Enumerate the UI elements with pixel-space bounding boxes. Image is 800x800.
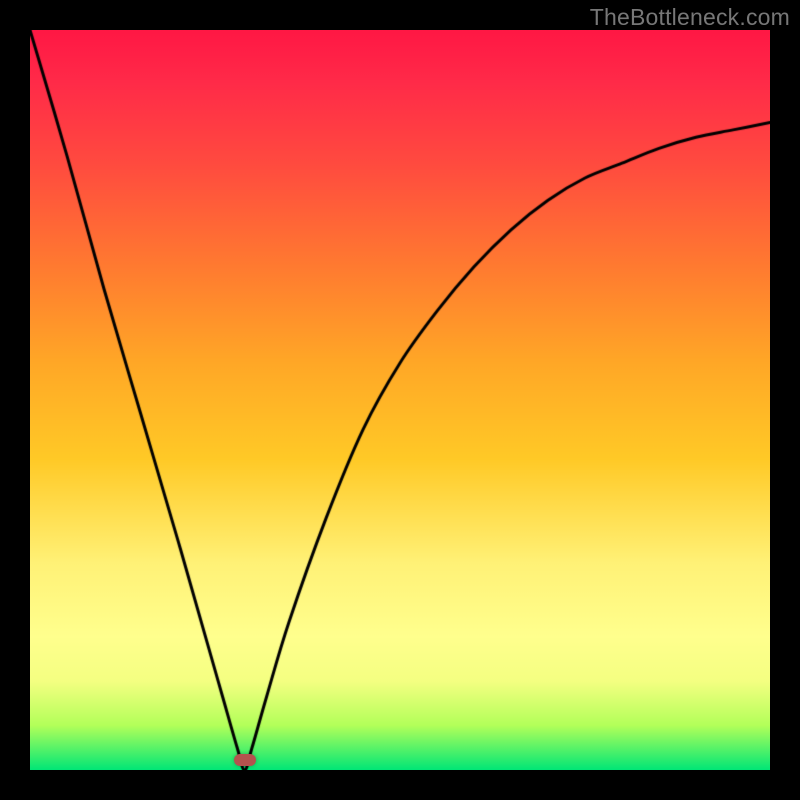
bottleneck-curve bbox=[30, 30, 770, 770]
plot-area bbox=[30, 30, 770, 770]
watermark-text: TheBottleneck.com bbox=[590, 4, 790, 31]
chart-frame: TheBottleneck.com bbox=[0, 0, 800, 800]
min-point-marker bbox=[234, 754, 256, 766]
